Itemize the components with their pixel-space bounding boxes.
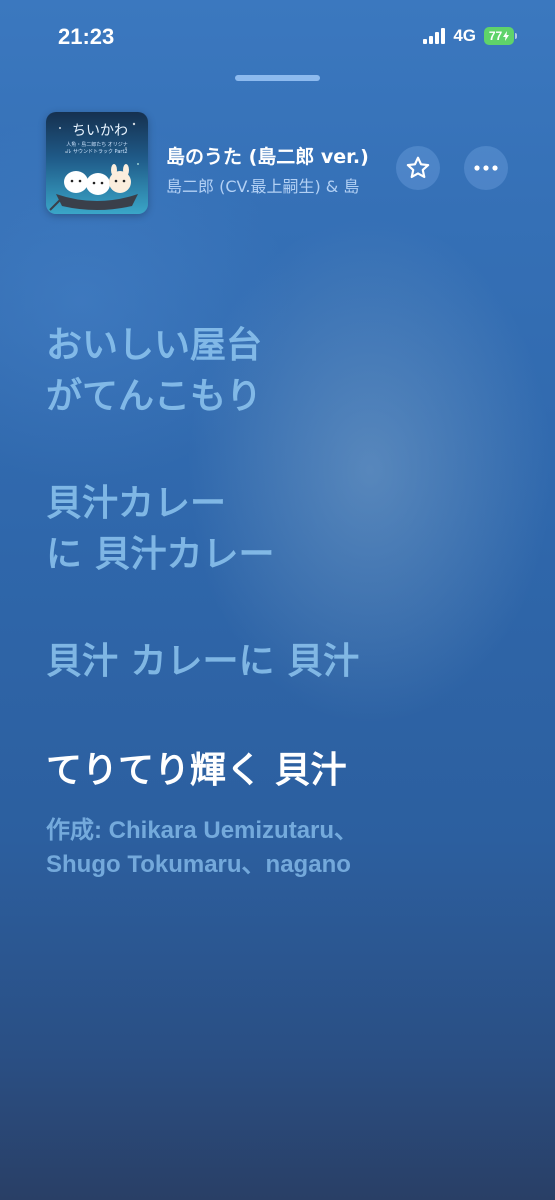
charging-bolt-icon xyxy=(503,31,510,41)
lyric-line[interactable]: 貝汁 カレーに 貝汁 xyxy=(46,636,526,687)
album-art-title: ちいかわ xyxy=(72,123,128,139)
star-icon xyxy=(406,156,430,179)
credits-line: 作成: Chikara Uemizutaru、 xyxy=(46,817,359,844)
network-type: 4G xyxy=(453,26,476,45)
track-title[interactable]: 島のうた (島二郎 ver.) xyxy=(166,142,392,169)
songwriter-credits: 作成: Chikara Uemizutaru、 Shugo Tokumaru、n… xyxy=(46,814,526,882)
lyric-line[interactable]: 貝汁カレー xyxy=(46,478,526,529)
favorite-button[interactable] xyxy=(396,146,440,190)
lyric-group[interactable]: 貝汁 カレーに 貝汁 xyxy=(46,636,526,687)
track-artist[interactable]: 島二郎 (CV.最上嗣生) & 島 xyxy=(166,173,392,197)
cellular-signal-icon xyxy=(423,28,446,44)
lyric-group[interactable]: おいしい屋台 がてんこもり xyxy=(46,320,526,422)
now-playing-header: ちいかわ 人魚・島二郎たち オリジナル サウンドトラック Part2 島のうた … xyxy=(46,112,516,216)
credits-line: Shugo Tokumaru、nagano xyxy=(46,851,351,878)
battery-level: 77 xyxy=(488,29,503,43)
status-bar: 21:23 4G 77 xyxy=(0,0,555,72)
album-art-subtitle: 人魚・島二郎たち オリジナル サウンドトラック Part2 xyxy=(66,142,128,155)
battery-icon: 77 xyxy=(484,27,517,45)
lyric-line[interactable]: に 貝汁カレー xyxy=(46,529,526,580)
more-icon xyxy=(474,165,498,171)
lyrics-view[interactable]: おいしい屋台 がてんこもり 貝汁カレー に 貝汁カレー 貝汁 カレーに 貝汁 て… xyxy=(46,320,526,852)
sheet-grabber[interactable] xyxy=(235,75,320,81)
lyric-line[interactable]: がてんこもり xyxy=(46,371,526,422)
more-options-button[interactable] xyxy=(464,146,508,190)
status-indicators: 4G 77 xyxy=(423,26,517,46)
album-artwork[interactable]: ちいかわ 人魚・島二郎たち オリジナル サウンドトラック Part2 xyxy=(46,112,148,214)
lyric-line-active[interactable]: てりてり輝く 貝汁 xyxy=(46,745,526,796)
lyric-group-active[interactable]: てりてり輝く 貝汁 xyxy=(46,745,526,796)
lyric-line[interactable]: おいしい屋台 xyxy=(46,320,526,371)
lyric-group[interactable]: 貝汁カレー に 貝汁カレー xyxy=(46,478,526,580)
status-time: 21:23 xyxy=(58,24,115,49)
